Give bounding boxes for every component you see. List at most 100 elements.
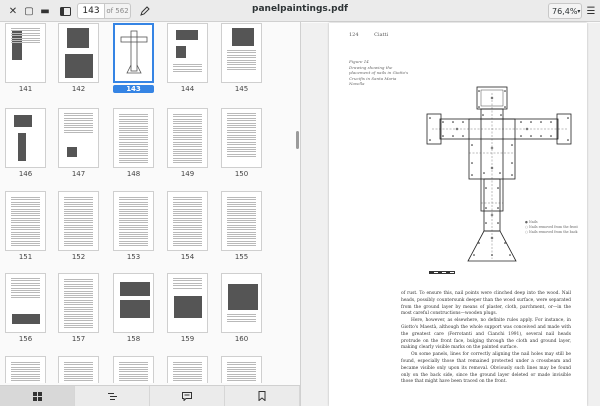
page-thumbnail[interactable]: 141 [5,23,46,93]
thumbnail-page-preview [113,273,154,333]
tab-bookmarks[interactable] [225,386,300,406]
thumbnail-text-line [227,375,256,377]
thumbnail-page-preview [167,273,208,333]
page-thumbnail[interactable]: 159 [167,273,208,343]
page-thumbnail[interactable]: 145 [221,23,262,93]
thumbnail-text-line [227,50,256,51]
thumbnail-text-line [64,311,93,313]
thumbnail-text-line [64,299,93,301]
thumbnail-text-line [64,132,93,134]
page-number-input[interactable]: 143 [77,3,105,19]
hamburger-menu-icon: ☰ [586,5,596,17]
thumbnail-text-line [11,280,40,282]
thumbnail-text-line [227,236,256,238]
zoom-dropdown[interactable]: 76,4% ▾ [548,3,582,19]
thumbnail-text-line [173,236,202,238]
tab-thumbnails[interactable] [0,386,75,406]
thumbnail-page-preview [113,356,154,383]
thumbnail-text-line [173,287,202,289]
page-thumbnail[interactable]: 142 [58,23,99,93]
thumbnail-text-line [11,231,40,233]
page-thumbnail[interactable]: 147 [58,108,99,178]
thumbnail-text-line [119,222,148,224]
thumbnail-text-line [227,233,256,235]
page-thumbnail[interactable]: 156 [5,273,46,343]
thumbnail-text-line [64,318,93,320]
thumbnail-text-line [173,217,202,219]
page-thumbnail[interactable]: 143 [113,23,154,93]
thumbnail-text-line [173,238,202,240]
thumbnail-text-line [119,125,148,127]
thumbnail-text-line [173,118,202,120]
thumbnail-text-line [11,215,40,217]
page-thumbnail[interactable]: 150 [221,108,262,178]
thumbnail-text-line [11,217,40,219]
thumbnail-text-line [11,371,40,373]
thumbnail-sidebar[interactable]: 141 142 143 144 145 146 147 148 149 150 151 152 153 1… [0,23,300,383]
page-thumbnail[interactable]: 149 [167,108,208,178]
page-thumbnail[interactable] [167,356,208,383]
page-thumbnail[interactable] [5,356,46,383]
thumbnail-text-line [11,240,40,242]
paragraph: of rust. To ensure this, nail points wer… [401,291,571,317]
thumbnail-text-line [173,201,202,203]
page-thumbnail[interactable] [58,356,99,383]
thumbnail-text-line [227,134,256,136]
tab-outline[interactable] [75,386,150,406]
page-thumbnail[interactable]: 152 [58,191,99,261]
page-thumbnail[interactable]: 154 [167,191,208,261]
thumbnail-text-line [64,197,93,198]
thumbnail-page-preview [221,23,262,83]
thumbnail-text-line [64,217,93,219]
minimize-window-icon[interactable]: ▬ [38,3,52,19]
thumbnail-page-preview [5,356,46,383]
page-thumbnail[interactable]: 160 [221,273,262,343]
thumbnail-text-line [11,378,40,380]
thumbnail-text-line [173,114,202,115]
page-thumbnail[interactable]: 148 [113,108,154,178]
thumbnail-text-line [173,203,202,205]
thumbnail-page-preview [58,191,99,251]
thumbnail-text-line [64,285,93,287]
thumbnail-text-line [119,210,148,212]
page-thumbnail[interactable]: 155 [221,191,262,261]
close-window-icon[interactable]: ✕ [6,3,20,19]
thumbnail-page-number: 147 [71,170,86,178]
document-viewer[interactable]: 124 Ciatti Figure 14 Drawing showing the… [301,23,600,406]
main-menu-button[interactable]: ☰ [585,3,597,19]
thumbnail-text-line [227,54,256,56]
thumbnail-text-line [227,213,256,215]
maximize-window-icon[interactable]: ▢ [22,3,36,19]
page-thumbnail[interactable]: 153 [113,191,154,261]
scrollbar-thumb[interactable] [296,131,299,149]
page-thumbnail[interactable]: 158 [113,273,154,343]
thumbnail-text-line [119,208,148,210]
thumbnail-text-line [227,231,256,233]
thumbnail-text-line [119,368,148,370]
thumbnail-text-line [227,321,256,323]
thumbnail-page-number: 156 [18,335,33,343]
page-thumbnail[interactable]: 144 [167,23,208,93]
thumbnail-text-line [227,224,256,226]
thumbnail-image [14,115,32,127]
thumbnail-text-line [227,203,256,205]
thumbnail-page-preview [167,356,208,383]
thumbnail-text-line [227,132,256,134]
annotate-button[interactable] [137,3,153,19]
sidebar-toggle-button[interactable] [57,3,73,19]
thumbnail-text-line [119,240,148,242]
page-thumbnail[interactable] [113,356,154,383]
thumbnail-text-line [227,153,256,155]
page-thumbnail[interactable]: 146 [5,108,46,178]
thumbnail-text-line [173,285,202,287]
thumbnail-text-line [227,217,256,219]
thumbnail-text-line [119,220,148,221]
thumbnail-text-line [64,240,93,242]
thumbnail-text-line [119,245,148,247]
page-thumbnail[interactable] [221,356,262,383]
thumbnail-page-number: 152 [71,253,86,261]
tab-annotations[interactable] [150,386,225,406]
page-thumbnail[interactable]: 151 [5,191,46,261]
page-thumbnail[interactable]: 157 [58,273,99,343]
thumbnail-text-line [64,229,93,231]
